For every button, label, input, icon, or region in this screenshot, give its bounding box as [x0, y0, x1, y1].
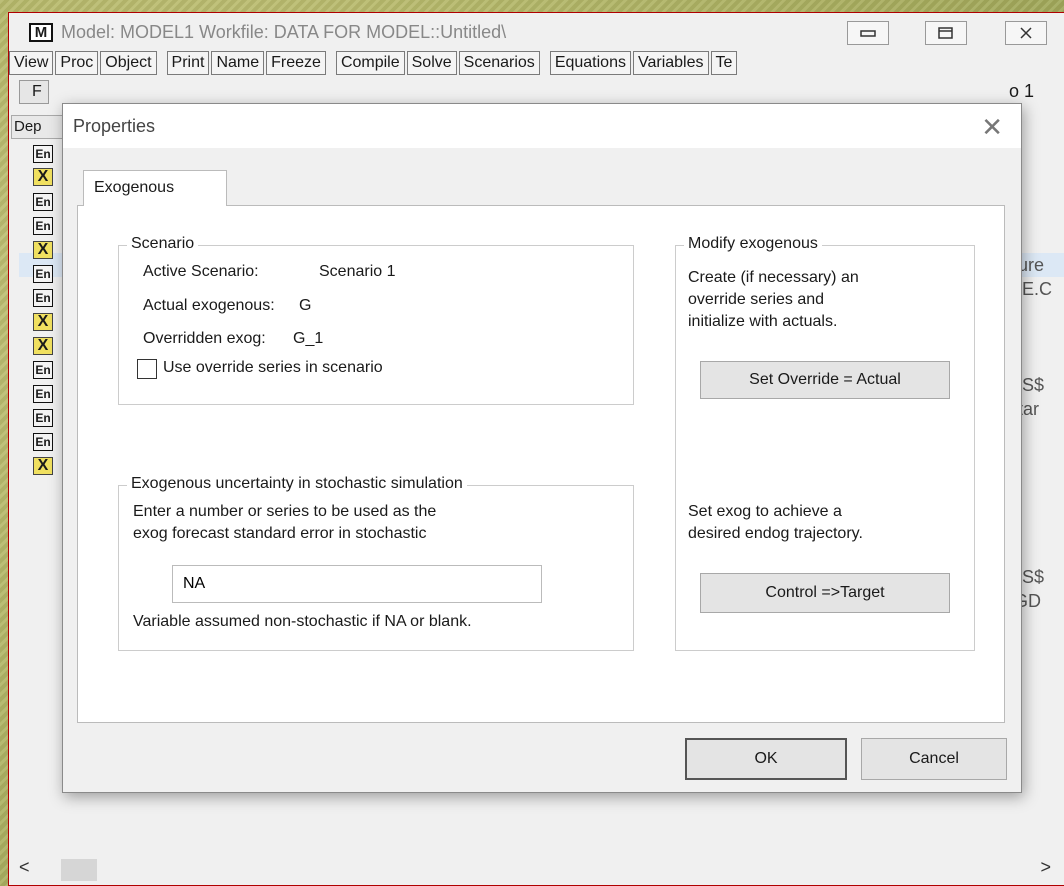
exogenous-badge[interactable]: X: [33, 337, 53, 355]
scenario-group-label: Scenario: [127, 235, 199, 253]
partial-button[interactable]: F: [19, 80, 49, 104]
endogenous-badge[interactable]: En: [33, 145, 53, 163]
toolbar-print-button[interactable]: Print: [166, 51, 210, 75]
toolbar-compile-button[interactable]: Compile: [335, 51, 405, 75]
ok-button[interactable]: OK: [685, 738, 847, 780]
endogenous-badge[interactable]: En: [33, 361, 53, 379]
modify-desc-line1: Create (if necessary) an: [688, 269, 859, 286]
exogenous-badge[interactable]: X: [33, 241, 53, 259]
actual-exogenous-label: Actual exogenous:: [143, 297, 275, 314]
overridden-exog-value: G_1: [293, 330, 324, 347]
toolbar-view-button[interactable]: View: [9, 51, 54, 75]
scrollbar-thumb[interactable]: [61, 859, 97, 881]
toolbar-name-button[interactable]: Name: [211, 51, 265, 75]
restore-icon: [938, 27, 953, 39]
endogenous-badge[interactable]: En: [33, 289, 53, 307]
properties-dialog: Properties ✕ Exogenous Scenario Active S…: [62, 103, 1022, 793]
modify-desc-line3: initialize with actuals.: [688, 313, 838, 330]
modify-desc-line4: Set exog to achieve a: [688, 503, 842, 520]
endogenous-badge[interactable]: En: [33, 385, 53, 403]
model-icon: M: [29, 23, 53, 42]
exogenous-badge[interactable]: X: [33, 457, 53, 475]
scenario-number-fragment: o 1: [1009, 81, 1035, 101]
endogenous-badge[interactable]: En: [33, 193, 53, 211]
endogenous-badge[interactable]: En: [33, 217, 53, 235]
endogenous-badge[interactable]: En: [33, 265, 53, 283]
toolbar-equations-button[interactable]: Equations: [549, 51, 631, 75]
exogenous-tab-panel: Scenario Active Scenario: Scenario 1 Act…: [77, 205, 1005, 723]
horizontal-scrollbar[interactable]: < >: [9, 853, 1064, 885]
actual-exogenous-value: G: [299, 297, 312, 314]
cancel-button[interactable]: Cancel: [861, 738, 1007, 780]
uncertainty-text-line1: Enter a number or series to be used as t…: [133, 503, 437, 520]
close-window-button[interactable]: [1005, 21, 1047, 45]
modify-desc-line5: desired endog trajectory.: [688, 525, 863, 542]
dialog-title: Properties: [73, 116, 156, 136]
toolbar-proc-button[interactable]: Proc: [55, 51, 99, 75]
toolbar-freeze-button[interactable]: Freeze: [266, 51, 326, 75]
toolbar-variables-button[interactable]: Variables: [632, 51, 709, 75]
non-stochastic-note: Variable assumed non-stochastic if NA or…: [133, 613, 472, 630]
tab-exogenous[interactable]: Exogenous: [83, 170, 227, 206]
control-target-button[interactable]: Control =>Target: [700, 573, 950, 613]
modify-exogenous-label: Modify exogenous: [684, 235, 822, 253]
model-window-title: Model: MODEL1 Workfile: DATA FOR MODEL::…: [61, 22, 507, 42]
endogenous-badge[interactable]: En: [33, 409, 53, 427]
exogenous-badge[interactable]: X: [33, 313, 53, 331]
modify-exogenous-group: Modify exogenous Create (if necessary) a…: [675, 235, 975, 651]
toolbar-object-button[interactable]: Object: [100, 51, 157, 75]
toolbar-solve-button[interactable]: Solve: [406, 51, 457, 75]
active-scenario-value: Scenario 1: [319, 263, 396, 280]
exogenous-badge[interactable]: X: [33, 168, 53, 186]
use-override-label: Use override series in scenario: [163, 359, 383, 376]
use-override-checkbox[interactable]: [137, 359, 157, 379]
restore-button[interactable]: [925, 21, 967, 45]
dialog-titlebar: Properties ✕: [63, 104, 1021, 148]
endogenous-badge[interactable]: En: [33, 433, 53, 451]
modify-desc-line2: override series and: [688, 291, 825, 308]
set-override-actual-button[interactable]: Set Override = Actual: [700, 361, 950, 399]
scroll-right-icon[interactable]: >: [1040, 857, 1051, 878]
model-titlebar: M Model: MODEL1 Workfile: DATA FOR MODEL…: [9, 13, 1064, 51]
model-toolbar: View Proc Object Print Name Freeze Compi…: [9, 51, 1064, 77]
scroll-left-icon[interactable]: <: [19, 857, 30, 878]
minimize-icon: [860, 30, 876, 37]
standard-error-input[interactable]: [172, 565, 542, 603]
active-scenario-label: Active Scenario:: [143, 263, 259, 280]
uncertainty-group: Exogenous uncertainty in stochastic simu…: [118, 475, 634, 651]
dialog-close-icon[interactable]: ✕: [981, 112, 1003, 143]
toolbar-scenarios-button[interactable]: Scenarios: [458, 51, 540, 75]
overridden-exog-label: Overridden exog:: [143, 330, 266, 347]
uncertainty-text-line2: exog forecast standard error in stochast…: [133, 525, 427, 542]
uncertainty-group-label: Exogenous uncertainty in stochastic simu…: [127, 475, 467, 493]
scenario-group: Scenario Active Scenario: Scenario 1 Act…: [118, 235, 634, 405]
close-icon: [1020, 27, 1032, 39]
dialog-body: Exogenous Scenario Active Scenario: Scen…: [63, 148, 1021, 792]
toolbar-text-button[interactable]: Te: [710, 51, 738, 75]
minimize-button[interactable]: [847, 21, 889, 45]
